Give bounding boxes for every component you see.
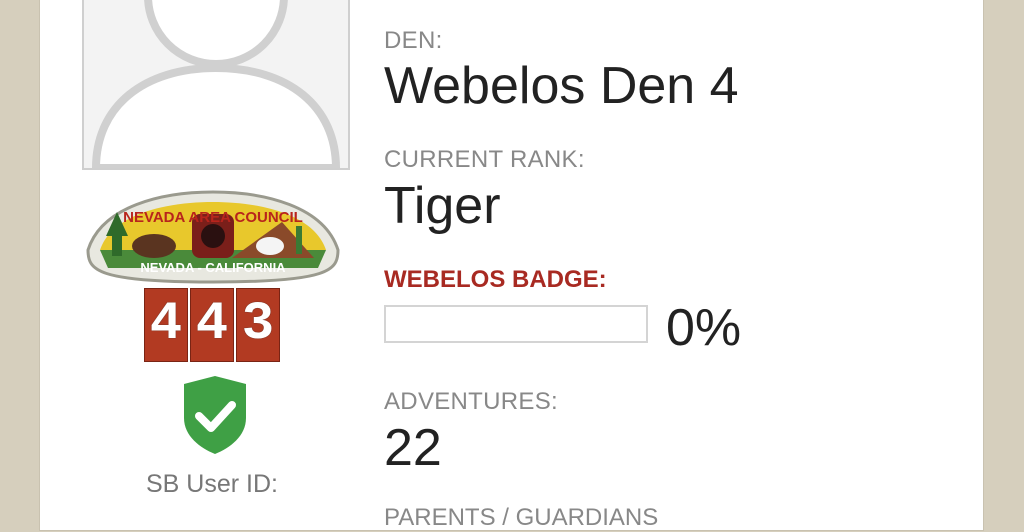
adventures-value[interactable]: 22 — [384, 418, 442, 478]
shield-check-icon — [182, 374, 248, 461]
patch-bottom-text: NEVADA - CALIFORNIA — [140, 260, 286, 275]
rank-value: Tiger — [384, 177, 501, 235]
den-value[interactable]: Webelos Den 4 — [384, 56, 739, 116]
webelos-badge-label: WEBELOS BADGE: — [384, 266, 607, 293]
unit-digit: 4 — [190, 288, 234, 362]
unit-digit: 3 — [236, 288, 280, 362]
person-silhouette-icon — [91, 0, 341, 168]
patch-top-text: NEVADA AREA COUNCIL — [123, 209, 303, 226]
council-patch: NEVADA AREA COUNCIL NEVADA - CALIFORNIA — [82, 188, 344, 288]
parents-guardians-label: PARENTS / GUARDIANS — [384, 504, 659, 531]
avatar[interactable] — [82, 0, 350, 170]
rank-label: CURRENT RANK: — [384, 146, 585, 173]
webelos-badge-progress-bar — [384, 305, 648, 343]
webelos-badge-progress-value: 0% — [666, 299, 742, 357]
unit-digit: 4 — [144, 288, 188, 362]
adventures-label: ADVENTURES: — [384, 388, 558, 415]
den-label: DEN: — [384, 27, 443, 54]
user-id-label: SB User ID: — [146, 470, 278, 498]
unit-number-patch: 4 4 3 — [144, 288, 280, 362]
